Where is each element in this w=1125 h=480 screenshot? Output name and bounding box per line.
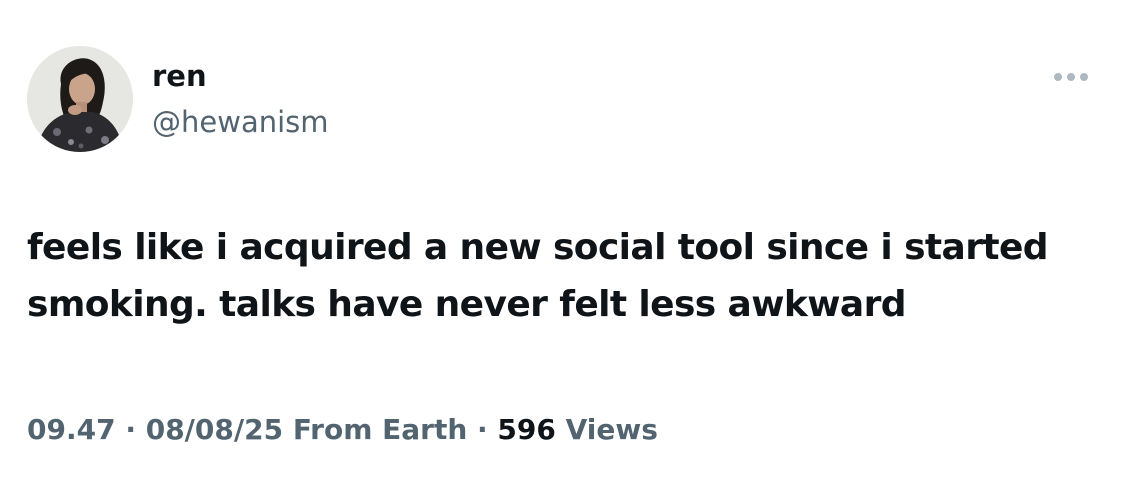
ellipsis-icon [1080,73,1088,81]
tweet-card: ren @hewanism feels like i acquired a ne… [0,0,1125,480]
avatar[interactable] [27,46,133,152]
tweet-date[interactable]: 08/08/25 [146,413,283,446]
ellipsis-icon [1054,73,1062,81]
meta-separator: · [125,413,136,446]
views-count[interactable]: 596 [497,413,555,446]
ellipsis-icon [1067,73,1075,81]
author-display-name[interactable]: ren [152,58,207,94]
tweet-time[interactable]: 09.47 [27,413,116,446]
meta-separator: · [477,413,488,446]
more-options-button[interactable] [1046,62,1096,92]
tweet-meta: 09.47 · 08/08/25 From Earth · 596 Views [27,412,658,448]
profile-photo-icon [27,46,133,152]
author-handle[interactable]: @hewanism [152,104,329,140]
tweet-source: From Earth [292,413,468,446]
views-label[interactable]: Views [566,413,658,446]
tweet-text: feels like i acquired a new social tool … [27,227,1049,325]
